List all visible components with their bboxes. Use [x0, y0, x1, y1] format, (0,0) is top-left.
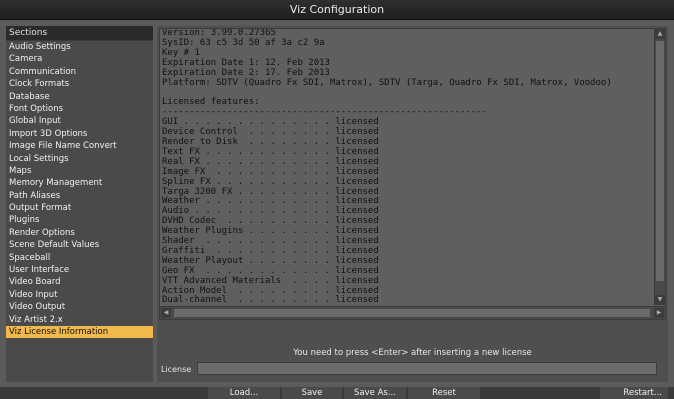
- save-button[interactable]: Save: [282, 387, 342, 399]
- license-info-box: Version: 3.99.0.27365 SysID: 63 c5 3d 50…: [159, 28, 666, 320]
- save-as-button[interactable]: Save As...: [344, 387, 406, 399]
- license-input[interactable]: [197, 362, 657, 375]
- sidebar-item-video-board[interactable]: Video Board: [6, 276, 153, 288]
- sidebar-item-maps[interactable]: Maps: [6, 165, 153, 177]
- reset-button[interactable]: Reset: [408, 387, 480, 399]
- license-label: License: [161, 365, 192, 374]
- config-window: Viz Configuration Sections Audio Setting…: [0, 0, 674, 399]
- license-hint: You need to press <Enter> after insertin…: [293, 348, 532, 358]
- sidebar-item-viz-license-information[interactable]: Viz License Information: [6, 325, 153, 339]
- sections-list: Audio Settings Camera Communication Clock F…: [6, 41, 153, 339]
- sidebar-item-audio-settings[interactable]: Audio Settings: [6, 41, 153, 53]
- sidebar-item-memory-management[interactable]: Memory Management: [6, 177, 153, 189]
- vertical-scrollbar[interactable]: ▲ ▼: [654, 29, 665, 305]
- sections-panel: Sections Audio Settings Camera Communicati…: [6, 26, 153, 382]
- sidebar-item-global-input[interactable]: Global Input: [6, 115, 153, 127]
- sidebar-item-scene-default-values[interactable]: Scene Default Values: [6, 239, 153, 251]
- license-panel: Version: 3.99.0.27365 SysID: 63 c5 3d 50…: [157, 26, 668, 382]
- button-bar: Load... Save Save As... Reset Restart...: [0, 387, 674, 399]
- sidebar-item-output-format[interactable]: Output Format: [6, 202, 153, 214]
- license-info-text: Version: 3.99.0.27365 SysID: 63 c5 3d 50…: [162, 29, 612, 305]
- scroll-right-arrow-icon[interactable]: ▶: [654, 308, 664, 318]
- horizontal-scroll-thumb[interactable]: [174, 309, 650, 317]
- sidebar-item-viz-artist-2-x[interactable]: Viz Artist 2.x: [6, 314, 153, 326]
- load-button[interactable]: Load...: [208, 387, 280, 399]
- sidebar-item-image-file-name-convert[interactable]: Image File Name Convert: [6, 140, 153, 152]
- window-title: Viz Configuration: [0, 0, 674, 20]
- sidebar-item-video-input[interactable]: Video Input: [6, 289, 153, 301]
- horizontal-scrollbar[interactable]: ◀ ▶: [160, 306, 665, 319]
- scroll-up-arrow-icon[interactable]: ▲: [655, 29, 665, 39]
- sidebar-item-local-settings[interactable]: Local Settings: [6, 153, 153, 165]
- scroll-left-arrow-icon[interactable]: ◀: [161, 308, 171, 318]
- sidebar-item-path-aliases[interactable]: Path Aliases: [6, 190, 153, 202]
- sections-header: Sections: [6, 26, 153, 41]
- sidebar-item-spaceball[interactable]: Spaceball: [6, 252, 153, 264]
- sidebar-item-font-options[interactable]: Font Options: [6, 103, 153, 115]
- sidebar-item-user-interface[interactable]: User Interface: [6, 264, 153, 276]
- sidebar-item-render-options[interactable]: Render Options: [6, 227, 153, 239]
- scroll-down-arrow-icon[interactable]: ▼: [655, 295, 665, 305]
- sidebar-item-video-output[interactable]: Video Output: [6, 301, 153, 313]
- sidebar-item-import-3d-options[interactable]: Import 3D Options: [6, 128, 153, 140]
- restart-button[interactable]: Restart...: [600, 387, 668, 399]
- sidebar-item-communication[interactable]: Communication: [6, 66, 153, 78]
- sidebar-item-clock-formats[interactable]: Clock Formats: [6, 78, 153, 90]
- vertical-scroll-thumb[interactable]: [656, 41, 664, 281]
- sidebar-item-plugins[interactable]: Plugins: [6, 214, 153, 226]
- sidebar-item-camera[interactable]: Camera: [6, 53, 153, 65]
- sidebar-item-database[interactable]: Database: [6, 91, 153, 103]
